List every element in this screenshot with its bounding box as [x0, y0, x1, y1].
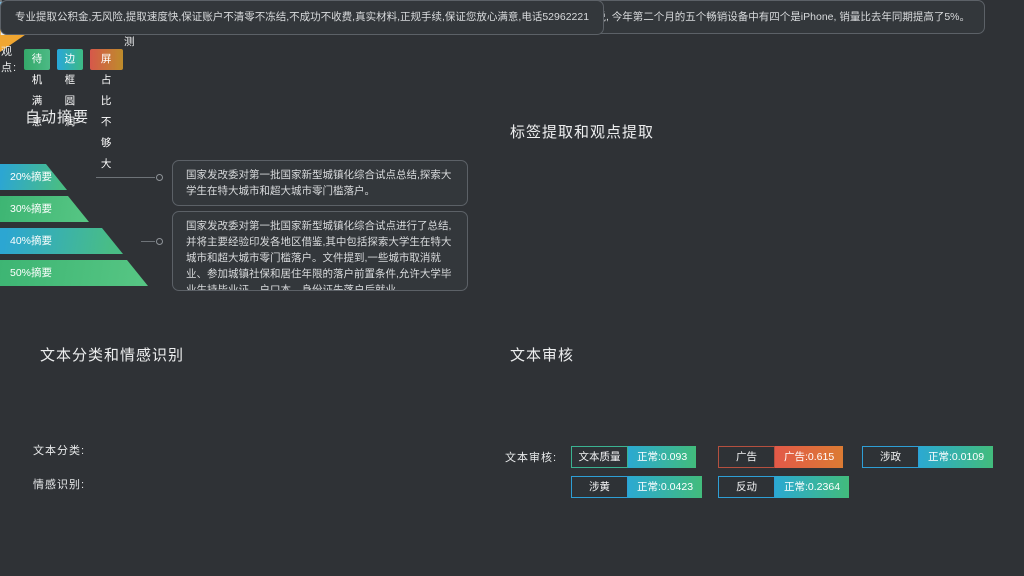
review-badge-politics: 涉政 正常:0.0109: [862, 446, 993, 468]
connector-dot-40: [156, 238, 163, 245]
section-heading-review: 文本审核: [510, 344, 574, 365]
funnel-bar-50: 50%摘要: [0, 260, 148, 286]
review-badge-result: 正常:0.0423: [628, 476, 702, 498]
opinion-chip: 边框圆润: [57, 49, 83, 70]
review-badge-result: 正常:0.0109: [919, 446, 993, 468]
opinion-chip: 待机满意: [24, 49, 50, 70]
review-badge-result: 广告:0.615: [775, 446, 843, 468]
connector-line-40: [141, 241, 155, 242]
review-badge-result: 正常:0.2364: [775, 476, 849, 498]
review-badge-reaction: 反动 正常:0.2364: [718, 476, 849, 498]
class-label: 文本分类:: [33, 442, 85, 458]
review-badge-ad: 广告 广告:0.615: [718, 446, 843, 468]
opinions-label: 观点:: [1, 43, 17, 75]
opinion-chip: 屏占比不够大: [90, 49, 123, 70]
opinions-row: 观点: 待机满意 边框圆润 屏占比不够大: [1, 43, 123, 75]
review-badge-name: 广告: [718, 446, 775, 468]
review-badge-result: 正常:0.093: [628, 446, 696, 468]
funnel-bar-20: 20%摘要: [0, 164, 67, 190]
summary-short-box: 国家发改委对第一批国家新型城镇化综合试点总结,探索大学生在特大城市和超大城市零门…: [172, 160, 468, 206]
review-badge-name: 涉黄: [571, 476, 628, 498]
connector-dot-20: [156, 174, 163, 181]
review-badge-name: 反动: [718, 476, 775, 498]
slide: 文本智能的表现 达观数据 DATA GRAND 自动摘要 20%摘要 30%摘要…: [0, 0, 1024, 576]
review-source-text-box: 专业提取公积金,无风险,提取速度快,保证账户不清零不冻结,不成功不收费,真实材料…: [0, 0, 604, 35]
funnel-bar-30: 30%摘要: [0, 196, 89, 222]
funnel-bar-40: 40%摘要: [0, 228, 123, 254]
section-heading-tag-opinion: 标签提取和观点提取: [510, 121, 654, 142]
review-label: 文本审核:: [505, 449, 557, 465]
review-badge-name: 文本质量: [571, 446, 628, 468]
review-badge-name: 涉政: [862, 446, 919, 468]
summary-long-box: 国家发改委对第一批国家新型城镇化综合试点进行了总结,并将主要经验印发各地区借鉴,…: [172, 211, 468, 291]
sentiment-label: 情感识别:: [33, 476, 85, 492]
connector-line-20: [96, 177, 155, 178]
review-badge-text-quality: 文本质量 正常:0.093: [571, 446, 696, 468]
section-heading-classification: 文本分类和情感识别: [40, 344, 184, 365]
review-badge-porn: 涉黄 正常:0.0423: [571, 476, 702, 498]
